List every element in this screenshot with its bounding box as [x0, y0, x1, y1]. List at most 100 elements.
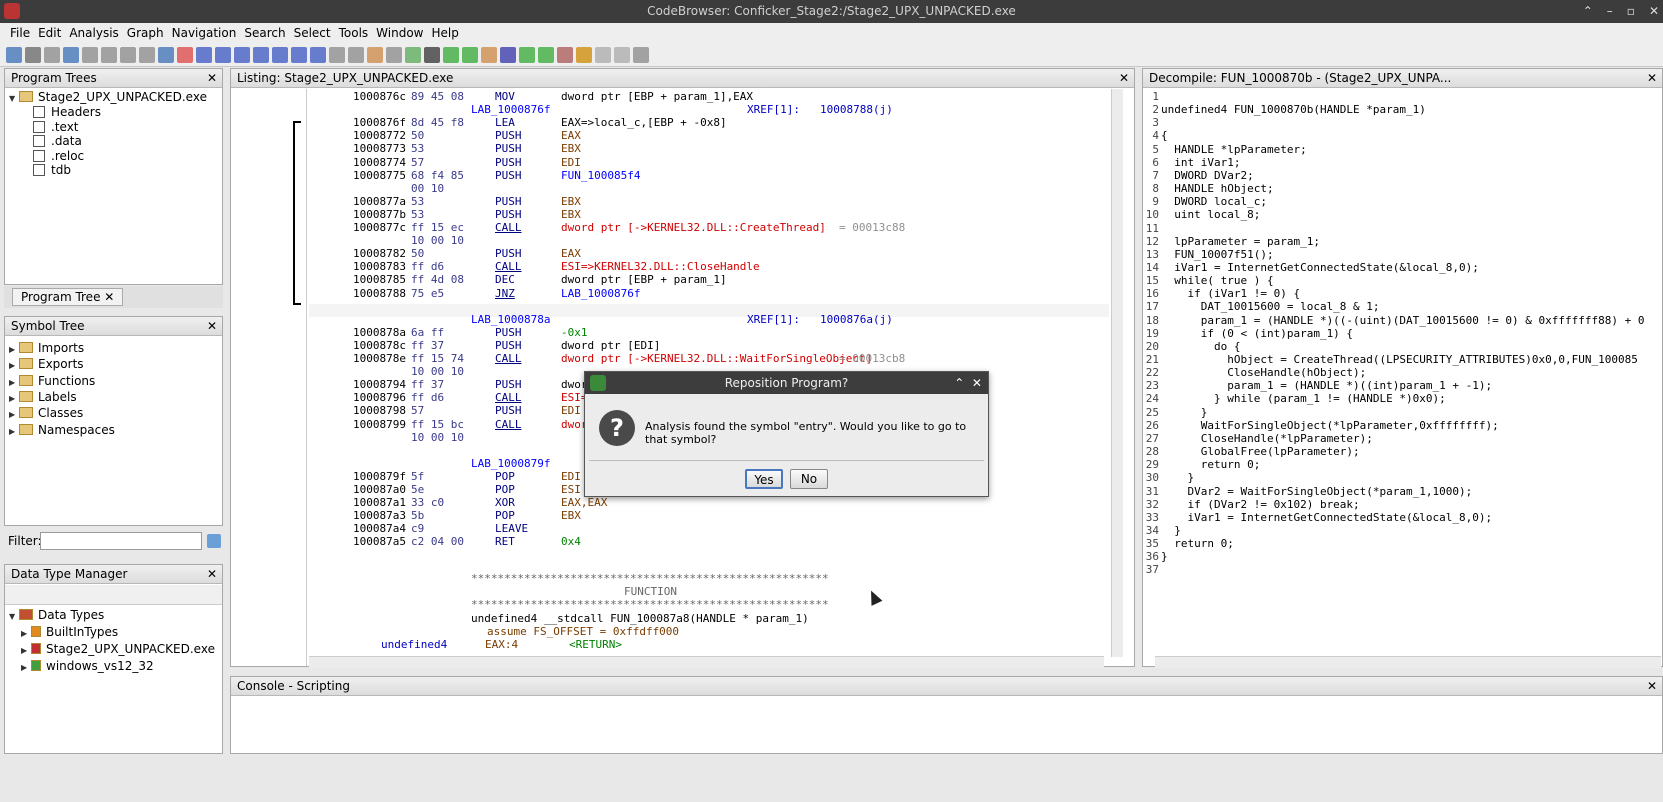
decompile-view[interactable]: 1 2 undefined4 FUN_1000870b(HANDLE *param_… — [1143, 89, 1662, 666]
toolbar-button-icon[interactable] — [424, 46, 440, 63]
operand[interactable]: dword ptr [->KERNEL32.DLL::WaitForSingle… — [561, 352, 872, 365]
address[interactable]: 10008772 — [353, 129, 406, 142]
toolbar-button-icon[interactable] — [158, 46, 174, 63]
toolbar-button-icon[interactable] — [500, 46, 516, 63]
decompile-line[interactable]: 37 — [1143, 563, 1662, 576]
decompile-line[interactable]: 18 param_1 = (HANDLE *)((-(uint)(DAT_100… — [1143, 314, 1662, 327]
close-panel-icon[interactable]: ✕ — [1119, 69, 1129, 87]
address[interactable]: 10008785 — [353, 273, 406, 286]
mnemonic[interactable]: MOV — [495, 90, 515, 103]
address[interactable]: 100087a1 — [353, 496, 406, 509]
symbol-tree-item[interactable]: ▶ Classes — [9, 405, 83, 421]
decompile-line[interactable]: 32 if (DVar2 != 0x102) break; — [1143, 498, 1662, 511]
toolbar-button-icon[interactable] — [557, 46, 573, 63]
filter-input[interactable] — [40, 532, 202, 550]
symbol-tree-item[interactable]: ▶ Exports — [9, 356, 84, 372]
decompile-line[interactable]: 31 DVar2 = WaitForSingleObject(*param_1,… — [1143, 485, 1662, 498]
mnemonic[interactable]: PUSH — [495, 195, 522, 208]
address[interactable]: 100087a3 — [353, 509, 406, 522]
listing-row[interactable]: 1000876f 8d 45 f8 LEA EAX=>local_c,[EBP + -… — [231, 116, 1111, 129]
mnemonic[interactable]: RET — [495, 535, 515, 548]
mnemonic[interactable]: PUSH — [495, 339, 522, 352]
mnemonic[interactable]: PUSH — [495, 247, 522, 260]
address[interactable]: 10008799 — [353, 418, 406, 431]
maximize-icon[interactable]: ▫ — [1627, 0, 1635, 23]
listing-row[interactable]: 10008785 ff 4d 08 DEC dword ptr [EBP + para… — [231, 273, 1111, 286]
operand[interactable]: EDI — [561, 470, 581, 483]
listing-row[interactable]: 10008773 53 PUSH EBX — [231, 142, 1111, 155]
toolbar-button-icon[interactable] — [196, 46, 212, 63]
listing-row[interactable]: 100087a4 c9 LEAVE — [231, 522, 1111, 535]
mnemonic[interactable]: CALL — [495, 352, 522, 365]
address[interactable]: 10008788 — [353, 287, 406, 300]
mnemonic[interactable]: POP — [495, 509, 515, 522]
toolbar-button-icon[interactable] — [82, 46, 98, 63]
decompile-line[interactable]: 25 } — [1143, 406, 1662, 419]
toolbar-button-icon[interactable] — [386, 46, 402, 63]
mnemonic[interactable]: CALL — [495, 391, 522, 404]
decompile-line[interactable]: 5 HANDLE *lpParameter; — [1143, 143, 1662, 156]
mnemonic[interactable]: PUSH — [495, 169, 522, 182]
toolbar-button-icon[interactable] — [253, 46, 269, 63]
listing-row[interactable] — [231, 300, 1111, 313]
decompile-line[interactable]: 27 CloseHandle(*lpParameter); — [1143, 432, 1662, 445]
data-type-archive[interactable]: ▶ Stage2_UPX_UNPACKED.exe — [21, 641, 215, 657]
toolbar-button-icon[interactable] — [595, 46, 611, 63]
symbol-tree-item[interactable]: ▶ Labels — [9, 389, 77, 405]
operand[interactable]: -0x1 — [561, 326, 588, 339]
listing-row[interactable]: LAB_1000876f XREF[1]: 10008788(j) — [231, 103, 1111, 116]
decompile-line[interactable]: 3 — [1143, 116, 1662, 129]
operand[interactable]: dword ptr [EDI] — [561, 339, 660, 352]
data-types-root[interactable]: ▼ Data Types — [9, 607, 104, 623]
mnemonic[interactable]: PUSH — [495, 404, 522, 417]
address[interactable]: 10008794 — [353, 378, 406, 391]
operand[interactable]: dword ptr [EBP + param_1],EAX — [561, 90, 753, 103]
decompile-line[interactable]: 11 — [1143, 222, 1662, 235]
mnemonic[interactable]: XOR — [495, 496, 515, 509]
listing-row[interactable]: 1000876c 89 45 08 MOV dword ptr [EBP + para… — [231, 90, 1111, 103]
program-fragment[interactable]: tdb — [33, 162, 71, 178]
menu-search[interactable]: Search — [244, 23, 285, 43]
collapse-icon[interactable]: ⌃ — [1583, 0, 1593, 23]
mnemonic[interactable]: PUSH — [495, 142, 522, 155]
symbol-tree-item[interactable]: ▶ Imports — [9, 340, 84, 356]
toolbar-button-icon[interactable] — [614, 46, 630, 63]
decompile-line[interactable]: 12 lpParameter = param_1; — [1143, 235, 1662, 248]
minimize-icon[interactable]: – — [1607, 0, 1613, 23]
address[interactable]: 1000878a — [353, 326, 406, 339]
decompile-line[interactable]: 1 — [1143, 90, 1662, 103]
operand[interactable]: FUN_100085f4 — [561, 169, 640, 182]
address[interactable]: 1000879f — [353, 470, 406, 483]
address[interactable]: 100087a0 — [353, 483, 406, 496]
operand[interactable]: LAB_1000876f — [561, 287, 640, 300]
listing-row[interactable]: 1000877b 53 PUSH EBX — [231, 208, 1111, 221]
listing-row[interactable]: 100087a1 33 c0 XOR EAX,EAX — [231, 496, 1111, 509]
dialog-controls[interactable]: ⌃ ✕ — [954, 372, 982, 394]
xref-target[interactable]: 1000876a(j) — [820, 313, 893, 326]
toolbar-button-icon[interactable] — [462, 46, 478, 63]
decompile-line[interactable]: 24 } while (param_1 != (HANDLE *)0x0); — [1143, 392, 1662, 405]
function-signature[interactable]: undefined4 __stdcall FUN_100087a8(HANDLE… — [471, 612, 809, 625]
toolbar-button-icon[interactable] — [310, 46, 326, 63]
operand[interactable]: EAX,EAX — [561, 496, 607, 509]
close-panel-icon[interactable]: ✕ — [207, 69, 217, 87]
menu-window[interactable]: Window — [376, 23, 423, 43]
no-button[interactable]: No — [790, 469, 828, 489]
toolbar-button-icon[interactable] — [25, 46, 41, 63]
decompile-line[interactable]: 36} — [1143, 550, 1662, 563]
address[interactable]: 10008775 — [353, 169, 406, 182]
decompile-line[interactable]: 29 return 0; — [1143, 458, 1662, 471]
tab-program-tree[interactable]: Program Tree ✕ — [12, 288, 124, 306]
mnemonic[interactable]: POP — [495, 483, 515, 496]
operand[interactable]: EDI — [561, 404, 581, 417]
toolbar-button-icon[interactable] — [329, 46, 345, 63]
menu-analysis[interactable]: Analysis — [69, 23, 118, 43]
decompile-line[interactable]: 14 iVar1 = InternetGetConnectedState(&lo… — [1143, 261, 1662, 274]
address[interactable]: 100087a5 — [353, 535, 406, 548]
decompile-line[interactable]: 21 hObject = CreateThread((LPSECURITY_AT… — [1143, 353, 1662, 366]
operand[interactable]: EBX — [561, 509, 581, 522]
listing-row[interactable]: 10 00 10 — [231, 234, 1111, 247]
mnemonic[interactable]: PUSH — [495, 208, 522, 221]
address[interactable]: 100087a4 — [353, 522, 406, 535]
menu-select[interactable]: Select — [294, 23, 331, 43]
